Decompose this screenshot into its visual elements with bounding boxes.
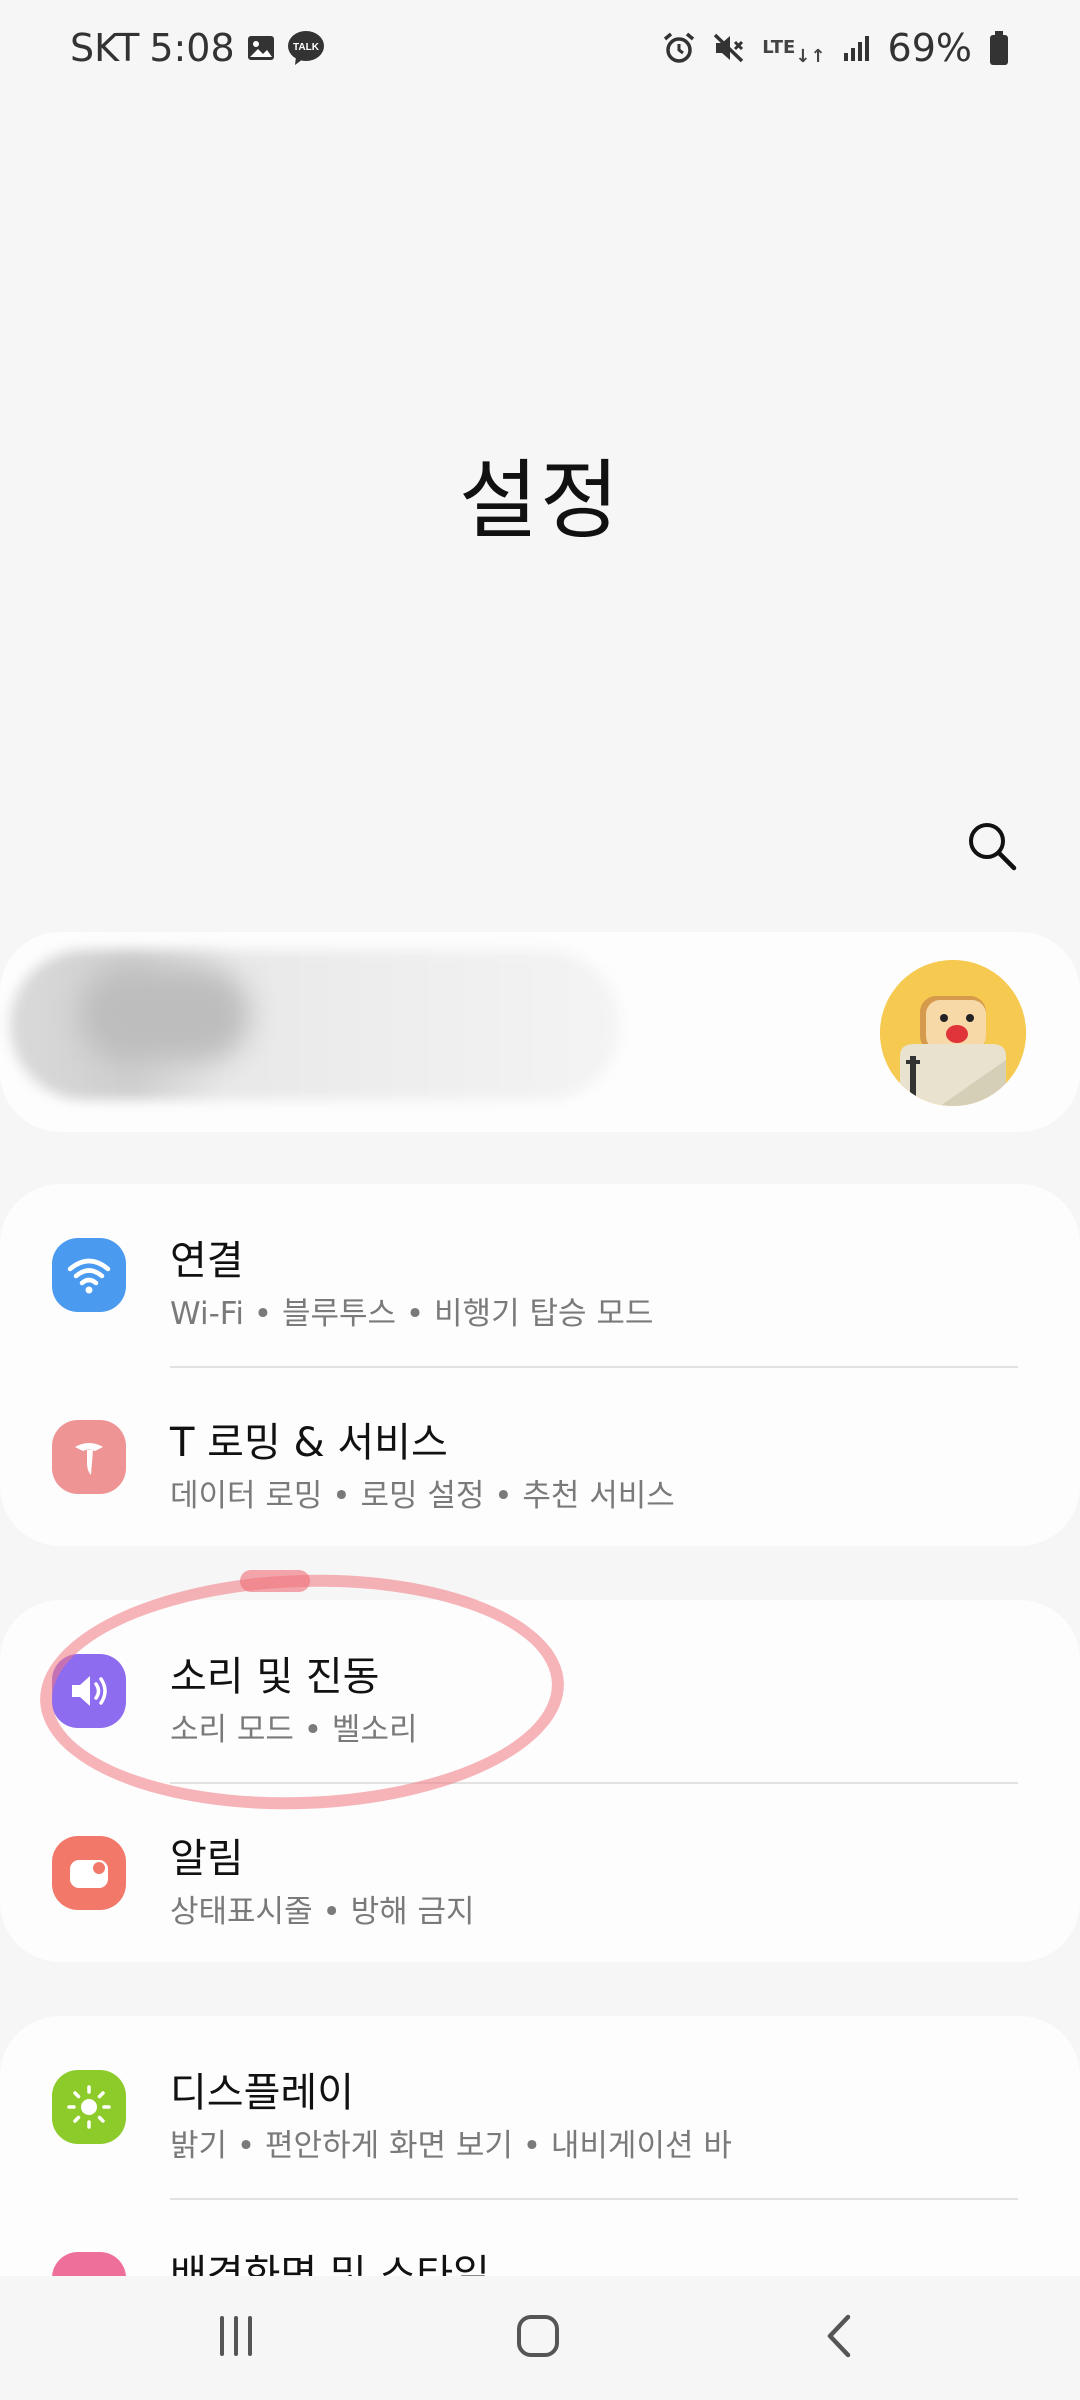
back-icon (820, 2313, 860, 2363)
settings-item-display[interactable]: 디스플레이 밝기 • 편안하게 화면 보기 • 내비게이션 바 (0, 2016, 1080, 2196)
settings-item-subtitle: 밝기 • 편안하게 화면 보기 • 내비게이션 바 (170, 2128, 732, 2164)
settings-item-title: T 로밍 & 서비스 (170, 1420, 448, 1466)
kakaotalk-icon: TALK (287, 30, 325, 66)
settings-item-title: 소리 및 진동 (170, 1654, 380, 1700)
speaker-icon (52, 1654, 126, 1728)
home-button[interactable] (488, 2296, 588, 2380)
recent-apps-icon (214, 2314, 258, 2362)
settings-group-display: 디스플레이 밝기 • 편안하게 화면 보기 • 내비게이션 바 배경화면 및 스… (0, 2016, 1080, 2326)
recent-apps-button[interactable] (186, 2296, 286, 2380)
status-bar: SKT 5:08 TALK LTE ↓↑ 69% (0, 0, 1080, 96)
settings-item-sound-vibration[interactable]: 소리 및 진동 소리 모드 • 벨소리 (0, 1600, 1080, 1780)
alarm-icon (662, 31, 696, 65)
settings-item-title: 알림 (170, 1836, 244, 1882)
settings-item-subtitle: 소리 모드 • 벨소리 (170, 1712, 418, 1748)
clock: 5:08 (149, 26, 235, 70)
brightness-icon (52, 2070, 126, 2144)
t-service-icon (52, 1420, 126, 1494)
search-icon (966, 820, 1018, 876)
image-icon (245, 32, 277, 64)
lte-icon: LTE ↓↑ (762, 37, 826, 67)
settings-item-t-roaming[interactable]: T 로밍 & 서비스 데이터 로밍 • 로밍 설정 • 추천 서비스 (0, 1366, 1080, 1546)
settings-item-notifications[interactable]: 알림 상태표시줄 • 방해 금지 (0, 1782, 1080, 1962)
settings-item-title: 디스플레이 (170, 2070, 354, 2116)
battery-icon (988, 30, 1010, 66)
settings-item-subtitle: 상태표시줄 • 방해 금지 (170, 1894, 475, 1930)
back-button[interactable] (790, 2296, 890, 2380)
carrier-label: SKT (70, 26, 140, 70)
page-title: 설정 (458, 451, 622, 551)
toast-avatar-icon[interactable] (880, 960, 1026, 1106)
settings-item-connections[interactable]: 연결 Wi-Fi • 블루투스 • 비행기 탑승 모드 (0, 1184, 1080, 1364)
settings-item-subtitle: Wi-Fi • 블루투스 • 비행기 탑승 모드 (170, 1296, 654, 1332)
mute-icon (712, 31, 746, 65)
settings-group-sound: 소리 및 진동 소리 모드 • 벨소리 알림 상태표시줄 • 방해 금지 (0, 1600, 1080, 1962)
svg-text:TALK: TALK (293, 42, 320, 53)
search-button[interactable] (960, 816, 1024, 880)
settings-group-connections: 연결 Wi-Fi • 블루투스 • 비행기 탑승 모드 T 로밍 & 서비스 데… (0, 1184, 1080, 1546)
notification-icon (52, 1836, 126, 1910)
settings-item-subtitle: 데이터 로밍 • 로밍 설정 • 추천 서비스 (170, 1478, 675, 1514)
navigation-bar (0, 2276, 1080, 2400)
settings-item-title: 연결 (170, 1238, 244, 1284)
wifi-icon (52, 1238, 126, 1312)
battery-percentage: 69% (887, 26, 972, 70)
signal-icon (842, 33, 872, 63)
home-icon (515, 2313, 561, 2363)
